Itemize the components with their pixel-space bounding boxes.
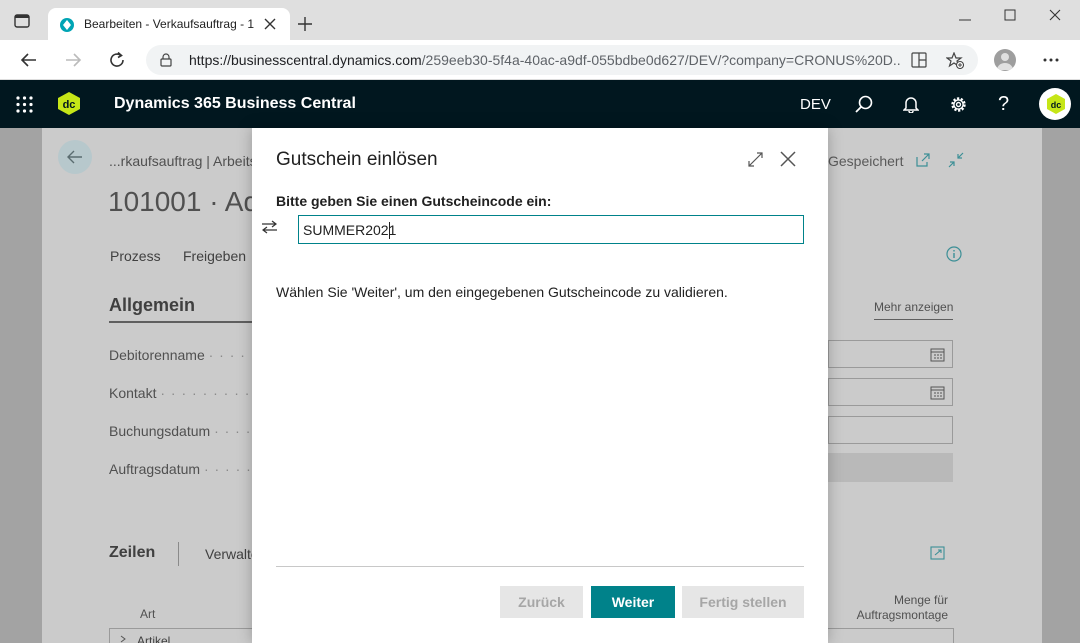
row-type: Artikel [137,634,171,643]
open-new-window-icon[interactable] [915,153,930,168]
tab-prozess[interactable]: Prozess [110,248,161,264]
environment-label[interactable]: DEV [800,96,831,113]
settings-gear-icon[interactable] [949,95,968,114]
field-dots: · · · · · · · · · [214,423,254,439]
window-close-icon[interactable] [1049,9,1061,21]
date-input[interactable] [828,378,953,406]
swap-arrows-icon [261,220,278,234]
overlay-left [0,128,42,643]
show-more-underline [874,319,953,320]
column-header-menge[interactable]: Menge für Auftragsmontage [822,593,948,623]
page-back-button[interactable] [58,140,92,174]
field-dots: · · · · · · · · · [160,385,251,401]
url-path: /259eeb30-5f4a-40ac-a9df-055bdbe0d627/DE… [421,52,901,68]
manage-action[interactable]: Verwalten [205,546,255,562]
tab-actions-icon[interactable] [14,14,30,28]
readonly-field [828,453,953,482]
user-avatar[interactable]: dc [1039,88,1071,120]
favorites-icon[interactable] [946,52,964,69]
date-input[interactable] [828,340,953,368]
minimize-icon[interactable] [958,14,972,26]
field-buchungsdatum: Buchungsdatum · · · · · · · · · [109,423,254,439]
section-title[interactable]: Allgemein [109,295,195,316]
section-underline [109,321,259,323]
notifications-bell-icon[interactable] [903,95,919,113]
new-tab-icon[interactable] [298,17,312,31]
chevron-right-icon[interactable] [120,635,126,643]
calendar-icon[interactable] [930,385,945,400]
address-bar[interactable]: https://businesscentral.dynamics.com/259… [146,45,978,75]
profile-icon[interactable] [994,49,1016,71]
company-logo-icon[interactable]: dc [57,91,81,116]
business-central-favicon-icon [59,17,75,33]
lock-icon[interactable] [160,53,172,67]
url-text[interactable]: https://businesscentral.dynamics.com/259… [189,52,901,68]
svg-text:dc: dc [63,99,76,111]
redeem-voucher-dialog: Gutschein einlösen Bitte geben Sie einen… [252,128,828,643]
split-screen-icon[interactable] [911,52,927,68]
show-more-link[interactable]: Mehr anzeigen [874,300,953,314]
column-header-art[interactable]: Art [140,607,155,621]
next-button[interactable]: Weiter [591,586,675,618]
field-label: Kontakt [109,385,157,401]
tab-title: Bearbeiten - Verkaufsauftrag - 10 [84,17,254,31]
saved-status: Gespeichert [828,153,904,169]
dialog-title: Gutschein einlösen [276,149,438,170]
field-dots: · · · · · · · · · [208,347,254,363]
maximize-icon[interactable] [1004,9,1016,21]
field-debitorenname: Debitorenname · · · · · · · · · [109,347,254,363]
field-auftragsdatum: Auftragsdatum · · · · · · · · · [109,461,254,477]
field-label: Debitorenname [109,347,205,363]
text-input[interactable] [828,416,953,444]
tab-close-icon[interactable] [264,18,276,30]
browser-toolbar: https://businesscentral.dynamics.com/259… [0,40,1080,80]
forward-icon[interactable] [64,51,82,69]
url-host: https://businesscentral.dynamics.com [189,52,422,68]
browser-tab[interactable]: Bearbeiten - Verkaufsauftrag - 10 [48,8,290,41]
search-icon[interactable] [855,95,873,113]
reload-icon[interactable] [108,51,126,69]
voucher-code-input[interactable] [298,215,804,244]
back-button[interactable]: Zurück [500,586,583,618]
tab-freigeben[interactable]: Freigeben [183,248,246,264]
back-arrow-icon [67,150,82,164]
dialog-message: Wählen Sie 'Weiter', um den eingegebenen… [276,284,728,300]
expand-icon[interactable] [748,152,763,167]
app-name[interactable]: Dynamics 365 Business Central [114,95,356,113]
breadcrumb: ...rkaufsauftrag | Arbeitsdatum [109,153,259,169]
divider [178,542,179,566]
svg-text:dc: dc [1051,100,1062,110]
page-title: 101001 · Adatum Corporation [108,186,258,217]
close-icon[interactable] [780,151,796,167]
finish-button[interactable]: Fertig stellen [682,586,804,618]
field-kontakt: Kontakt · · · · · · · · · [109,385,254,401]
expand-lines-icon[interactable] [930,546,945,560]
app-launcher-icon[interactable] [16,96,33,113]
help-icon[interactable]: ? [998,93,1009,116]
field-dots: · · · · · · · · · [203,461,254,477]
field-label: Auftragsdatum [109,461,201,477]
field-label: Buchungsdatum [109,423,211,439]
text-cursor [389,222,390,239]
back-icon[interactable] [20,51,38,69]
lines-title[interactable]: Zeilen [109,544,155,562]
app-header: dc Dynamics 365 Business Central DEV ? d… [0,80,1080,128]
company-logo-avatar-icon: dc [1046,93,1066,115]
footer-divider [276,566,804,567]
collapse-icon[interactable] [948,152,964,168]
info-icon[interactable] [946,246,962,262]
browser-tab-bar: Bearbeiten - Verkaufsauftrag - 10 [0,0,1080,41]
more-icon[interactable] [1043,58,1059,62]
overlay-right [1042,128,1080,643]
voucher-code-label: Bitte geben Sie einen Gutscheincode ein: [276,193,552,209]
calendar-icon[interactable] [930,347,945,362]
